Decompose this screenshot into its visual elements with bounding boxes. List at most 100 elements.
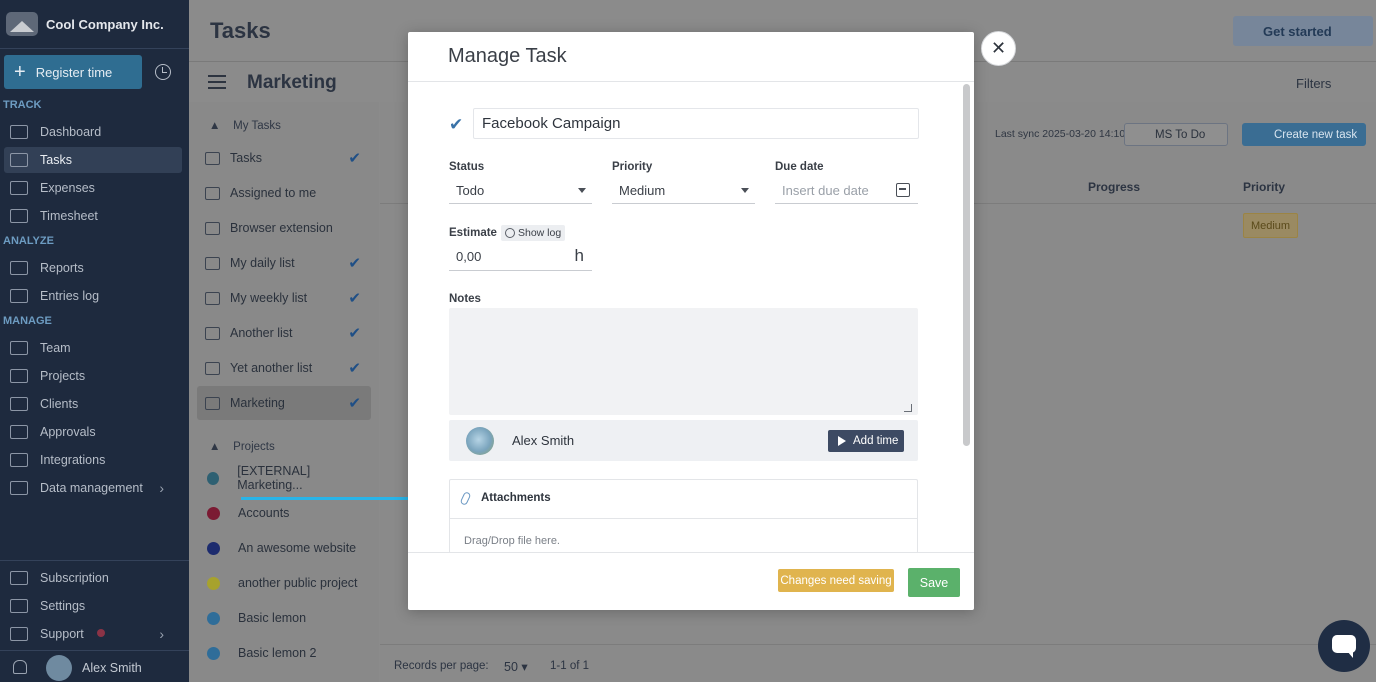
list-item[interactable]: Another list ✔ [197, 316, 371, 350]
sidebar-item-label: Tasks [40, 153, 72, 167]
avatar [466, 427, 494, 455]
list-item[interactable]: My weekly list ✔ [197, 281, 371, 315]
column-priority[interactable]: Priority [1243, 180, 1285, 194]
sidebar-item-settings[interactable]: Settings [4, 593, 182, 619]
sidebar-item-timesheet[interactable]: Timesheet [4, 203, 182, 229]
show-log-button[interactable]: Show log [501, 225, 566, 241]
integration-select[interactable]: MS To Do [1124, 123, 1228, 146]
calendar-icon[interactable] [896, 183, 910, 197]
sidebar-item-tasks[interactable]: Tasks [4, 147, 182, 173]
sidebar-item-clients[interactable]: Clients [4, 391, 182, 417]
list-item[interactable]: My daily list ✔ [197, 246, 371, 280]
notes-textarea[interactable] [449, 308, 918, 415]
user-name[interactable]: Alex Smith [82, 661, 142, 675]
project-item[interactable]: [EXTERNAL] Marketing... [197, 461, 371, 495]
sidebar-item-label: Settings [40, 599, 86, 613]
sidebar-item-label: Team [40, 341, 71, 355]
priority-select[interactable]: Medium [612, 177, 755, 204]
clock-icon[interactable] [155, 64, 171, 80]
sidebar-item-integrations[interactable]: Integrations [4, 447, 182, 473]
sidebar-item-projects[interactable]: Projects [4, 363, 182, 389]
due-date-input[interactable]: Insert due date [775, 177, 918, 204]
caret-down-icon [741, 188, 749, 193]
close-modal-button[interactable]: ✕ [981, 31, 1016, 66]
attachments-panel: Attachments Drag/Drop file here. [449, 479, 918, 553]
estimate-input[interactable]: 0,00 h [449, 243, 592, 271]
chat-widget-button[interactable] [1318, 620, 1370, 672]
sidebar-item-subscription[interactable]: Subscription [4, 565, 182, 591]
sidebar-item-dashboard[interactable]: Dashboard [4, 119, 182, 145]
list-item[interactable]: Tasks ✔ [197, 141, 371, 175]
check-icon: ✔ [348, 150, 361, 167]
sidebar-divider [0, 48, 189, 49]
resize-grip-icon[interactable] [904, 404, 912, 412]
project-item[interactable]: Basic lemon 2 [197, 636, 371, 670]
task-title-input[interactable]: Facebook Campaign [473, 108, 919, 139]
sidebar-item-entries-log[interactable]: Entries log [4, 283, 182, 309]
check-icon: ✔ [348, 255, 361, 272]
status-select[interactable]: Todo [449, 177, 592, 204]
reports-icon [10, 261, 28, 275]
manage-task-modal: Manage Task ✔ Facebook Campaign Status T… [408, 32, 974, 610]
close-icon: ✕ [990, 38, 1007, 58]
sidebar-item-team[interactable]: Team [4, 335, 182, 361]
drop-zone[interactable]: Drag/Drop file here. [464, 535, 560, 547]
assignee-name: Alex Smith [512, 433, 575, 448]
add-time-button[interactable]: Add time [828, 430, 904, 452]
avatar[interactable] [46, 655, 72, 681]
project-item[interactable]: Accounts [197, 496, 371, 530]
list-item[interactable]: Assigned to me [197, 176, 371, 210]
sidebar-item-label: Dashboard [40, 125, 102, 139]
priority-value: Medium [619, 182, 666, 198]
clients-icon [10, 397, 28, 411]
last-sync-text: Last sync 2025-03-20 14:10 [995, 128, 1126, 140]
modal-title: Manage Task [448, 45, 567, 67]
list-item[interactable]: Yet another list ✔ [197, 351, 371, 385]
scrollbar[interactable] [963, 84, 970, 446]
check-icon[interactable]: ✔ [449, 115, 463, 135]
records-per-page-select[interactable]: 50 ▾ [504, 659, 528, 674]
divider [408, 552, 974, 553]
sidebar-item-reports[interactable]: Reports [4, 255, 182, 281]
project-item[interactable]: another public project [197, 566, 371, 600]
sidebar-item-support[interactable]: Support › [4, 621, 182, 647]
bell-icon[interactable] [13, 660, 27, 674]
project-color-dot [207, 646, 220, 660]
sidebar-item-label: Support [40, 627, 84, 641]
project-label: Basic lemon [238, 611, 307, 625]
projects-heading[interactable]: ▲ Projects [209, 441, 275, 453]
company-switcher[interactable]: Cool Company Inc. [0, 0, 189, 48]
chevron-right-icon: › [159, 626, 164, 642]
my-tasks-heading[interactable]: ▲ My Tasks [209, 120, 281, 132]
sidebar-item-label: Integrations [40, 453, 106, 467]
browser-icon [205, 221, 220, 235]
save-button[interactable]: Save [908, 568, 960, 597]
annotation-arrow [241, 497, 423, 500]
list-item[interactable]: Browser extension [197, 211, 371, 245]
project-item[interactable]: Basic lemon [197, 601, 371, 635]
project-color-dot [207, 611, 220, 625]
check-icon: ✔ [348, 360, 361, 377]
column-progress[interactable]: Progress [1088, 180, 1140, 194]
settings-icon [10, 599, 28, 613]
check-icon: ✔ [348, 290, 361, 307]
page-title: Tasks [210, 18, 271, 43]
company-logo-icon [6, 12, 38, 36]
notes-label: Notes [449, 293, 481, 305]
sidebar-item-label: Reports [40, 261, 84, 275]
menu-icon[interactable] [208, 75, 226, 89]
list-item[interactable]: Marketing ✔ [197, 386, 371, 420]
sidebar-item-expenses[interactable]: Expenses [4, 175, 182, 201]
project-item[interactable]: An awesome website [197, 531, 371, 565]
create-task-button[interactable]: Create new task [1242, 123, 1366, 146]
get-started-button[interactable]: Get started [1233, 16, 1373, 46]
list-item-label: My daily list [230, 256, 295, 270]
sidebar-item-approvals[interactable]: Approvals [4, 419, 182, 445]
sidebar-item-label: Expenses [40, 181, 95, 195]
timesheet-icon [10, 209, 28, 223]
sidebar-item-data-management[interactable]: Data management › [4, 475, 182, 501]
section-manage: MANAGE [3, 315, 52, 327]
filters-button[interactable]: Filters [1296, 76, 1331, 91]
list-item-label: Assigned to me [230, 186, 317, 200]
register-time-button[interactable]: + Register time [4, 55, 142, 89]
